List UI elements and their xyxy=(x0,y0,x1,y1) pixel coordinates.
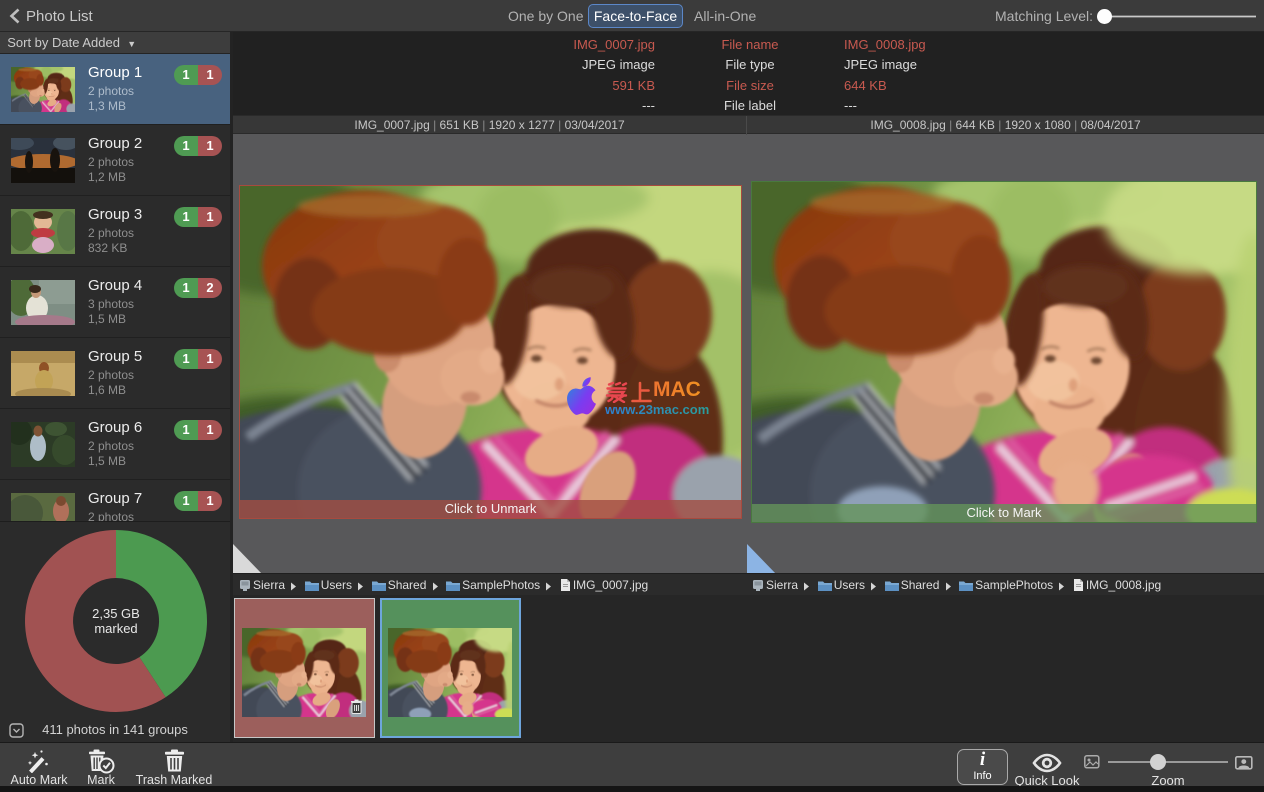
svg-text:2,35 GB: 2,35 GB xyxy=(92,606,140,621)
svg-text:marked: marked xyxy=(94,621,137,636)
